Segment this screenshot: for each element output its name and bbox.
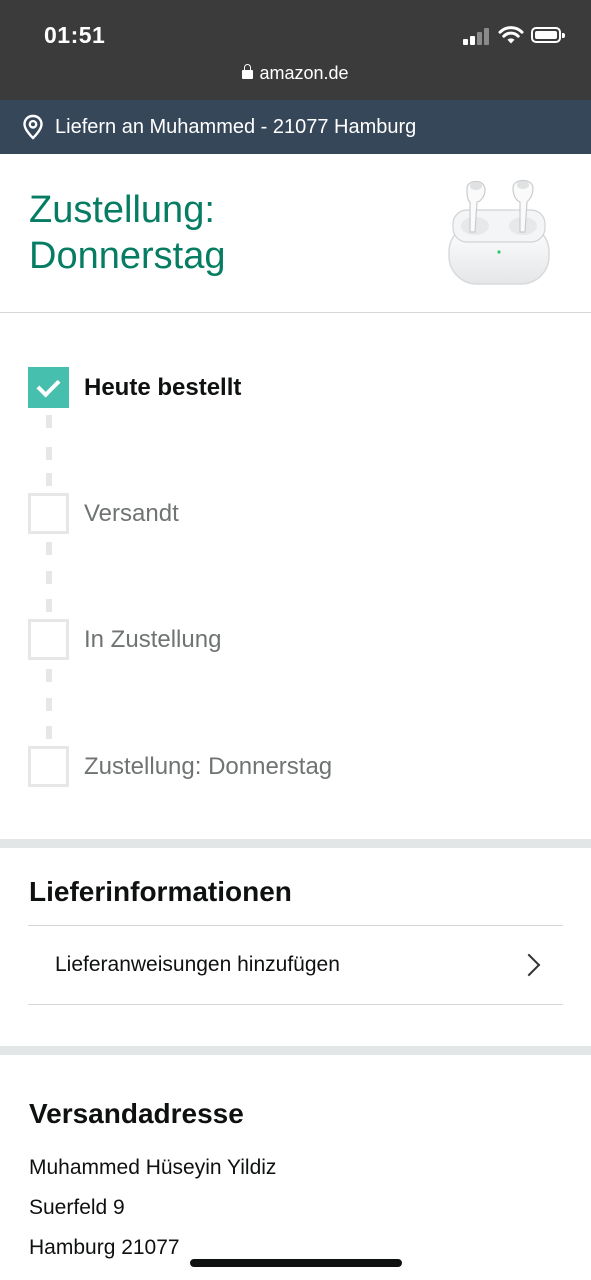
deliver-to-bar[interactable]: Liefern an Muhammed - 21077 Hamburg	[0, 100, 591, 154]
status-bar: 01:51 amazon.de	[0, 0, 591, 100]
home-indicator[interactable]	[190, 1259, 402, 1267]
progress-connector	[46, 726, 52, 739]
deliver-to-text: Liefern an Muhammed - 21077 Hamburg	[55, 115, 417, 138]
progress-connector	[46, 599, 52, 612]
shipment-progress: Heute bestellt Versandt In Zustellung Zu…	[0, 313, 591, 839]
delivery-header: Zustellung: Donnerstag	[0, 154, 591, 313]
section-divider	[0, 839, 591, 848]
progress-step-shipped: Versandt	[28, 493, 179, 534]
progress-step-label: Versandt	[84, 499, 179, 527]
progress-connector	[46, 698, 52, 711]
address-city: Hamburg 21077	[29, 1236, 180, 1259]
battery-icon	[531, 27, 565, 43]
add-delivery-instructions-label: Lieferanweisungen hinzufügen	[55, 953, 340, 976]
page-title: Zustellung: Donnerstag	[29, 189, 226, 277]
lock-icon	[242, 64, 254, 79]
product-image[interactable]	[445, 172, 555, 292]
url-bar[interactable]: amazon.de	[0, 63, 591, 84]
progress-step-out-for-delivery: In Zustellung	[28, 619, 221, 660]
wifi-icon	[498, 26, 524, 44]
cellular-signal-icon	[463, 28, 491, 45]
address-street: Suerfeld 9	[29, 1196, 125, 1219]
empty-checkbox-icon	[28, 493, 69, 534]
checkmark-icon	[28, 367, 69, 408]
progress-connector	[46, 473, 52, 486]
progress-step-label: Heute bestellt	[84, 373, 242, 401]
progress-step-delivery: Zustellung: Donnerstag	[28, 746, 332, 787]
progress-step-label: In Zustellung	[84, 625, 222, 653]
shipping-address-title: Versandadresse	[29, 1098, 244, 1129]
address-name: Muhammed Hüseyin Yildiz	[29, 1156, 277, 1179]
delivery-info-title: Lieferinformationen	[29, 876, 292, 907]
progress-connector	[46, 447, 52, 460]
progress-step-ordered: Heute bestellt	[28, 367, 241, 408]
progress-connector	[46, 542, 52, 555]
url-text: amazon.de	[259, 63, 349, 83]
location-pin-icon	[23, 114, 43, 140]
add-delivery-instructions-link[interactable]: Lieferanweisungen hinzufügen	[28, 925, 563, 1005]
progress-connector	[46, 571, 52, 584]
progress-connector	[46, 415, 52, 428]
chevron-right-icon	[517, 953, 541, 977]
empty-checkbox-icon	[28, 746, 69, 787]
section-divider	[0, 1046, 591, 1055]
empty-checkbox-icon	[28, 619, 69, 660]
progress-connector	[46, 669, 52, 682]
progress-step-label: Zustellung: Donnerstag	[84, 752, 333, 780]
status-time: 01:51	[44, 22, 106, 48]
